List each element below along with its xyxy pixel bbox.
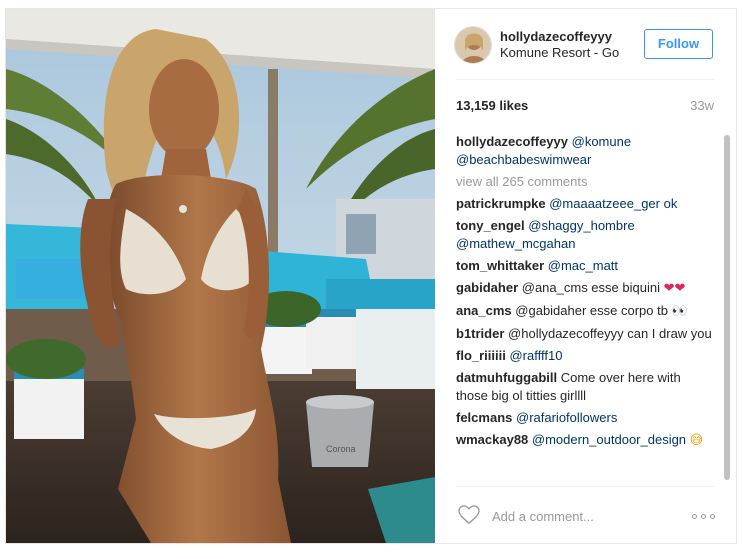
dot (710, 514, 715, 519)
post-header: hollydazecoffeyyy Komune Resort - Gold C… (436, 9, 736, 79)
comment-username[interactable]: datmuhfuggabill (456, 370, 557, 385)
header-location[interactable]: Komune Resort - Gold Coast (500, 45, 620, 60)
comment-text[interactable]: @maaaatzeee_ger ok (549, 196, 677, 211)
post-age[interactable]: 33w (690, 98, 714, 113)
comment-text: @hollydazecoffeyyy can I draw you (508, 326, 712, 341)
divider (456, 79, 714, 80)
comment-item: patrickrumpke @maaaatzeee_ger ok (456, 195, 714, 213)
comment-text[interactable]: @mac_matt (548, 258, 618, 273)
heart-icon[interactable] (458, 505, 480, 525)
comments-scrollbar[interactable] (723, 133, 731, 480)
header-username[interactable]: hollydazecoffeyyy (500, 29, 612, 44)
comment-text[interactable]: @modern_outdoor_design (532, 432, 686, 447)
avatar-image (455, 27, 491, 63)
comment-text: @ana_cms esse biquini (521, 280, 660, 295)
caption: hollydazecoffeyyy @komune @beachbabeswim… (456, 133, 714, 169)
comment-text: @gabidaher esse corpo tb (515, 303, 668, 318)
comment-text[interactable]: @rafariofollowers (516, 410, 617, 425)
bucket-label: Corona (326, 444, 356, 454)
post-sidebar: hollydazecoffeyyy Komune Resort - Gold C… (436, 9, 736, 543)
comment-username[interactable]: patrickrumpke (456, 196, 546, 211)
instagram-post: Corona hollydazecoffeyyy Komune Resort -… (5, 8, 737, 544)
comment-item: ana_cms @gabidaher esse corpo tb 👀 (456, 302, 714, 321)
comment-username[interactable]: wmackay88 (456, 432, 528, 447)
photo-scene: Corona (6, 9, 435, 543)
comments-list: hollydazecoffeyyy @komune @beachbabeswim… (456, 133, 714, 479)
dot (701, 514, 706, 519)
post-photo[interactable]: Corona (6, 9, 435, 543)
follow-button[interactable]: Follow (644, 29, 713, 59)
sweat-smile-emoji-icon: 😅 (689, 433, 704, 448)
comment-item: tony_engel @shaggy_hombre @mathew_mcgaha… (456, 217, 714, 253)
comment-item: wmackay88 @modern_outdoor_design 😅 (456, 431, 714, 450)
comment-item: felcmans @rafariofollowers (456, 409, 714, 427)
more-options-icon[interactable] (692, 514, 716, 520)
heart-emoji-icon: ❤❤ (663, 281, 686, 296)
comment-item: datmuhfuggabill Come over here with thos… (456, 369, 714, 405)
comment-username[interactable]: gabidaher (456, 280, 518, 295)
comment-username[interactable]: felcmans (456, 410, 512, 425)
comment-username[interactable]: ana_cms (456, 303, 512, 318)
comment-item: b1trider @hollydazecoffeyyy can I draw y… (456, 325, 714, 343)
comment-username[interactable]: b1trider (456, 326, 504, 341)
eyes-emoji-icon: 👀 (671, 304, 688, 319)
comment-item: tom_whittaker @mac_matt (456, 257, 714, 275)
comment-item: flo_riiiiii @raffff10 (456, 347, 714, 365)
caption-username[interactable]: hollydazecoffeyyy (456, 134, 568, 149)
comment-username[interactable]: tom_whittaker (456, 258, 544, 273)
dot (692, 514, 697, 519)
comment-item: gabidaher @ana_cms esse biquini ❤❤ (456, 279, 714, 298)
post-footer (436, 487, 736, 543)
scrollbar-thumb[interactable] (724, 135, 730, 480)
view-all-comments-link[interactable]: view all 265 comments (456, 173, 714, 191)
avatar[interactable] (454, 26, 492, 64)
add-comment-input[interactable] (492, 507, 692, 525)
comment-text[interactable]: @raffff10 (509, 348, 562, 363)
comment-username[interactable]: tony_engel (456, 218, 525, 233)
like-count[interactable]: 13,159 likes (456, 98, 528, 113)
comment-username[interactable]: flo_riiiiii (456, 348, 506, 363)
